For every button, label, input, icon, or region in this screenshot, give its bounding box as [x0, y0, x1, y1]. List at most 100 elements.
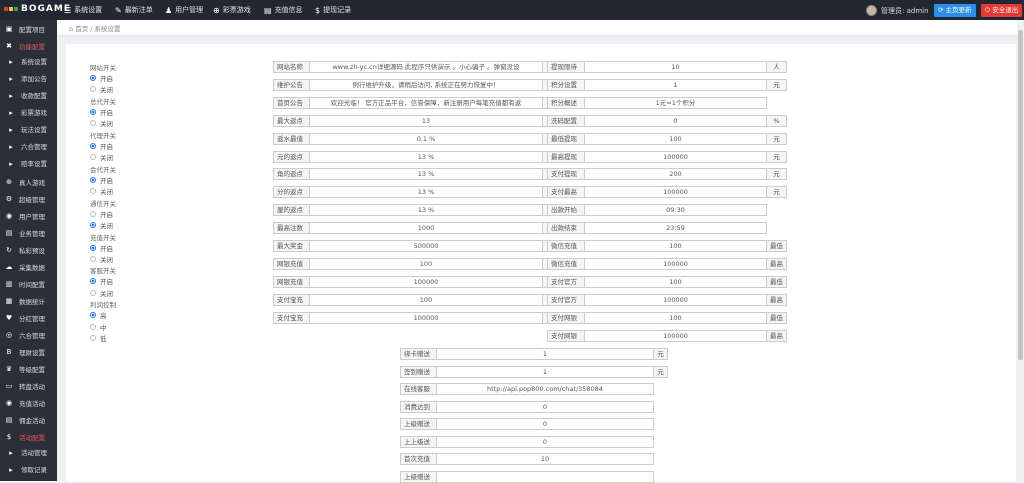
radio-dot[interactable] [90, 312, 96, 319]
radio-option[interactable]: 高 [90, 310, 107, 320]
setting-value[interactable]: 100000 [585, 186, 767, 199]
setting-value[interactable]: 13 % [310, 168, 543, 181]
sidebar-item[interactable]: ☁ 采集数据 [0, 258, 57, 275]
radio-dot[interactable] [90, 221, 96, 228]
setting-value[interactable]: 10 [437, 453, 654, 465]
sidebar-item[interactable]: ⊕ 真人游戏 [0, 173, 57, 190]
setting-button[interactable]: 元 [767, 186, 787, 199]
radio-option[interactable]: 中 [90, 322, 107, 332]
setting-button[interactable]: 最低 [767, 240, 787, 252]
setting-value[interactable]: 23:59 [585, 222, 767, 235]
sidebar-item[interactable]: ▸ 系统设置 [0, 54, 57, 71]
setting-value[interactable]: 500000 [310, 240, 543, 252]
setting-button[interactable]: 最高 [767, 257, 787, 270]
setting-value[interactable]: 1 [437, 348, 654, 360]
setting-value[interactable]: 100000 [310, 275, 543, 288]
setting-value[interactable]: 1 [437, 365, 654, 378]
sidebar-item[interactable]: ▸ 六合管理 [0, 139, 57, 156]
setting-button[interactable]: 元 [654, 348, 668, 360]
sidebar-item[interactable]: ▸ 玩法设置 [0, 122, 57, 139]
radio-dot[interactable] [90, 278, 96, 285]
setting-button[interactable]: 最低 [767, 275, 787, 288]
radio-option[interactable]: 开启 [90, 209, 113, 219]
radio-option[interactable]: 开启 [90, 73, 113, 83]
radio-option[interactable]: 关闭 [90, 186, 113, 196]
sidebar-item[interactable]: ◎ 六合管理 [0, 326, 57, 343]
sidebar-item[interactable]: ▸ 添加公告 [0, 71, 57, 88]
setting-value[interactable]: 0 [437, 418, 654, 430]
setting-value[interactable]: http://api.pop800.com/chat/358084 [437, 383, 654, 395]
sidebar-item[interactable]: ▸ 收款配置 [0, 88, 57, 105]
setting-value[interactable]: 1 [585, 78, 767, 91]
sidebar-item[interactable]: ▤ 业务管理 [0, 224, 57, 241]
radio-option[interactable]: 开启 [90, 243, 113, 253]
sidebar-item[interactable]: ▸ 彩票游戏 [0, 105, 57, 122]
logout-button[interactable]: ⏻ 安全退出 [981, 4, 1023, 17]
setting-value[interactable]: 13 [310, 114, 543, 127]
setting-value[interactable]: 100 [310, 293, 543, 306]
topnav-item[interactable]: $ 提现记录 [315, 5, 351, 15]
sidebar-item[interactable]: ◉ 用户管理 [0, 207, 57, 224]
radio-option[interactable]: 关闭 [90, 118, 113, 128]
setting-value[interactable]: 0 [585, 114, 767, 127]
radio-option[interactable]: 开启 [90, 107, 113, 117]
topnav-item[interactable]: ▤ 充值信息 [264, 5, 303, 15]
setting-value[interactable]: 例行维护升级，请稍后访问, 系统正在努力恢复中！ [310, 78, 543, 91]
sidebar-item[interactable]: ♥ 分红管理 [0, 309, 57, 326]
sidebar-item[interactable]: ▥ 时间配置 [0, 275, 57, 292]
radio-dot[interactable] [90, 154, 96, 160]
sidebar-item[interactable]: B 理财设置 [0, 343, 57, 360]
radio-option[interactable]: 开启 [90, 141, 113, 151]
topnav-item[interactable]: ♟ 用户管理 [165, 5, 203, 15]
radio-option[interactable]: 关闭 [90, 288, 113, 298]
setting-value[interactable]: 100 [585, 311, 767, 324]
radio-dot[interactable] [90, 120, 96, 127]
sidebar-item[interactable]: ▸ 活动管理 [0, 445, 57, 462]
radio-dot[interactable] [90, 187, 96, 194]
radio-dot[interactable] [90, 176, 96, 183]
setting-button[interactable]: 最低 [767, 311, 787, 324]
setting-button[interactable]: 最高 [767, 293, 787, 306]
radio-dot[interactable] [90, 75, 96, 81]
setting-value[interactable]: 100000 [585, 257, 767, 270]
sidebar-item[interactable]: ▸ 赔率设置 [0, 156, 57, 173]
radio-option[interactable]: 开启 [90, 175, 113, 185]
setting-value[interactable]: 13 % [310, 150, 543, 163]
setting-value[interactable]: 100000 [585, 329, 767, 342]
topnav-item[interactable]: ⊕ 彩票游戏 [213, 5, 251, 15]
setting-button[interactable]: 元 [767, 78, 787, 91]
radio-dot[interactable] [90, 142, 96, 149]
radio-dot[interactable] [90, 334, 96, 341]
setting-value[interactable]: www.zh-yc.cn详细源码 此程序只供演示 。小心骗子 。弹窗没设 [310, 61, 543, 73]
radio-option[interactable]: 关闭 [90, 84, 113, 94]
radio-option[interactable]: 低 [90, 333, 107, 343]
radio-option[interactable]: 关闭 [90, 254, 113, 264]
setting-value[interactable]: 0.1 % [310, 132, 543, 145]
radio-dot[interactable] [90, 244, 96, 251]
sidebar-item[interactable]: ▦ 数据统计 [0, 292, 57, 309]
setting-value[interactable]: 100000 [585, 293, 767, 306]
sidebar-item[interactable]: ✖ 功能配置 [0, 37, 57, 54]
radio-dot[interactable] [90, 108, 96, 115]
setting-value[interactable]: 10 [585, 61, 767, 73]
topnav-item[interactable]: ✎ 最新注单 [115, 5, 153, 15]
sidebar-item[interactable]: ⚙ 超级管理 [0, 190, 57, 207]
radio-dot[interactable] [90, 255, 96, 262]
setting-value[interactable]: 欢迎光临！ 官方正品平台，信誉保障，新注册用户每笔充值都有返 [310, 96, 543, 109]
radio-option[interactable]: 开启 [90, 276, 113, 286]
setting-button[interactable]: % [767, 114, 787, 127]
sidebar-item[interactable]: ▣ 配置项目 [0, 20, 57, 37]
setting-value[interactable]: 13 % [310, 186, 543, 199]
scrollbar-thumb[interactable] [1018, 30, 1023, 360]
setting-button[interactable]: 元 [654, 365, 668, 378]
sidebar-item[interactable]: $ 活动配置 [0, 428, 57, 445]
sidebar-item[interactable]: ↻ 私彩预设 [0, 241, 57, 258]
radio-dot[interactable] [90, 210, 96, 217]
setting-button[interactable]: 元 [767, 132, 787, 145]
setting-value[interactable]: 100000 [310, 311, 543, 324]
update-button[interactable]: ⟳ 主页更新 [934, 4, 976, 17]
setting-value[interactable]: 100 [585, 132, 767, 145]
sidebar-item[interactable]: ▤ 佣金活动 [0, 411, 57, 428]
setting-button[interactable]: 最高 [767, 329, 787, 342]
setting-value[interactable]: 100 [310, 257, 543, 270]
